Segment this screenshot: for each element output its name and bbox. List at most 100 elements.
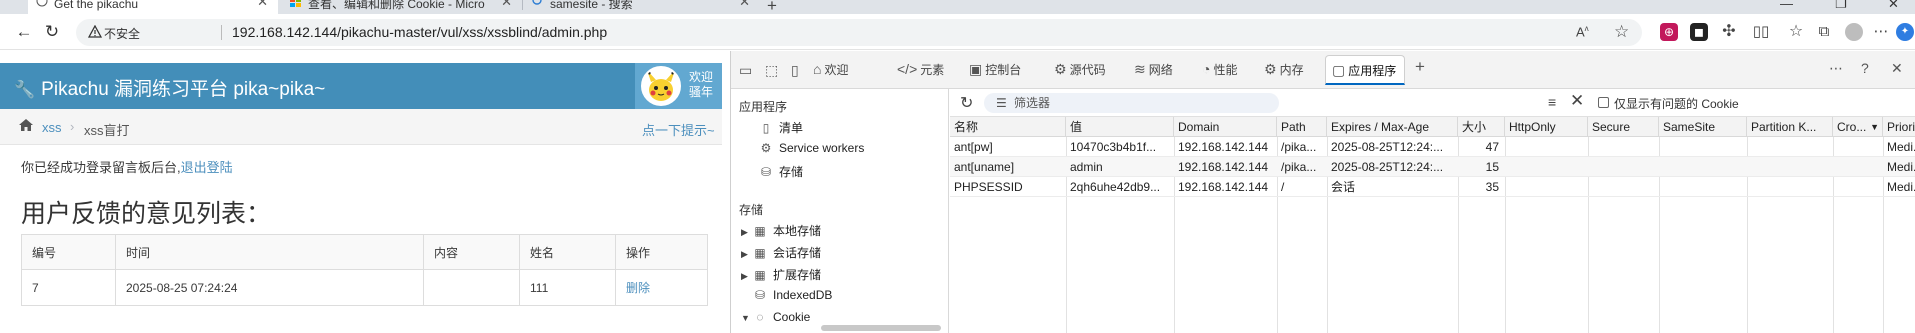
tab-cookie-docs[interactable]: 查看、编辑和删除 Cookie - Micro ✕ (282, 0, 522, 14)
help-icon[interactable]: ? (1861, 60, 1869, 76)
only-issues-label: 仅显示有问题的 Cookie (1614, 97, 1739, 111)
feedback-table: 编号 时间 内容 姓名 操作 7 2025-08-25 07:24:24 111… (21, 234, 708, 306)
sidebar-item-storage[interactable]: ⛁ 存储 (759, 163, 803, 180)
sidebar-item-label: 会话存储 (773, 246, 822, 260)
reload-button[interactable]: ↻ (42, 22, 62, 42)
close-devtools-icon[interactable]: ✕ (1891, 60, 1903, 77)
cell-name: 111 (519, 269, 616, 306)
grid-icon: ▦ (754, 246, 766, 260)
clear-filtered-icon[interactable]: ≡ (1548, 94, 1556, 110)
column-header-path[interactable]: Path (1277, 117, 1327, 137)
sidebar-item-manifest[interactable]: ▯ 清单 (759, 119, 803, 136)
minimize-icon[interactable]: — (1780, 0, 1793, 11)
close-tab-icon[interactable]: ✕ (257, 0, 268, 8)
cookie-filter-input[interactable]: ☰ 筛选器 (984, 93, 1279, 113)
column-header-domain[interactable]: Domain (1174, 117, 1277, 137)
sort-descending-icon: ▼ (1870, 122, 1879, 132)
sidebar-item-indexeddb[interactable]: ⛁ IndexedDB (753, 288, 832, 302)
close-tab-icon[interactable]: ✕ (501, 0, 512, 8)
table-row: 7 2025-08-25 07:24:24 111 删除 (21, 269, 708, 306)
expand-arrow-icon[interactable]: ▶ (741, 227, 753, 238)
column-header-size[interactable]: 大小 (1458, 117, 1505, 137)
tab-network[interactable]: ≋ 网络 (1134, 61, 1173, 78)
omnibox-divider (221, 25, 222, 40)
tab-welcome[interactable]: ⌂ 欢迎 (813, 61, 848, 78)
address-bar[interactable]: 不安全 192.168.142.144/pikachu-master/vul/x… (76, 19, 1642, 46)
cookie-domain: 192.168.142.144 (1178, 160, 1269, 174)
cookie-row[interactable]: PHPSESSID 2qh6uhe42db9... 192.168.142.14… (950, 177, 1915, 197)
column-header-samesite[interactable]: SameSite (1659, 117, 1747, 137)
collapse-arrow-icon[interactable]: ▼ (741, 313, 753, 323)
close-window-icon[interactable]: ✕ (1888, 0, 1899, 12)
favorites-icon[interactable]: ☆ (1787, 23, 1805, 41)
profile-avatar[interactable] (1845, 23, 1863, 41)
clear-all-icon[interactable]: ✕ (1570, 91, 1584, 111)
extensions-puzzle-icon[interactable]: ✣ (1720, 23, 1738, 41)
logout-link[interactable]: 退出登陆 (181, 160, 233, 175)
user-menu[interactable]: 欢迎 骚年 (635, 63, 722, 109)
tab-memory[interactable]: ⚙ 内存 (1264, 61, 1304, 78)
breadcrumb: xss › xss盲打 点一下提示~ (0, 109, 722, 145)
sidebar-item-local-storage[interactable]: ▶ ▦ 本地存储 (741, 222, 821, 239)
more-menu-icon[interactable]: ⋯ (1872, 23, 1890, 41)
sidebar-item-service-workers[interactable]: ⚙ Service workers (759, 141, 865, 155)
cookie-row[interactable]: ant[pw] 10470c3b4b1f... 192.168.142.144 … (950, 137, 1915, 157)
tab-label: 应用程序 (1348, 64, 1397, 78)
column-header-cross-site[interactable]: Cro... ▼ (1833, 117, 1883, 137)
tab-samesite-search[interactable]: samesite - 搜索 ✕ (524, 0, 760, 14)
delete-link[interactable]: 删除 (626, 281, 650, 295)
tab-console[interactable]: ▣ 控制台 (969, 61, 1021, 78)
cookie-path: /pika... (1281, 160, 1317, 174)
dock-side-icon[interactable]: ▯ (791, 62, 799, 79)
code-icon: </> (897, 61, 918, 77)
tab-performance[interactable]: ◔ 性能 (1202, 61, 1237, 78)
sidebar-item-extension-storage[interactable]: ▶ ▦ 扩展存储 (741, 266, 821, 283)
column-header-name[interactable]: 名称 (950, 117, 1066, 137)
tab-sources[interactable]: ⚙ 源代码 (1054, 61, 1106, 78)
cookie-priority: Medi... (1887, 140, 1915, 154)
expand-arrow-icon[interactable]: ▶ (741, 271, 753, 282)
application-sidebar: 应用程序 ▯ 清单 ⚙ Service workers ⛁ 存储 存储 ▶ ▦ 本地存储 … (731, 89, 949, 333)
cookie-size: 47 (1485, 140, 1499, 154)
back-button[interactable]: ← (14, 22, 34, 42)
column-header-partition-key[interactable]: Partition K... (1747, 117, 1833, 137)
cookie-size: 35 (1485, 180, 1499, 194)
column-header-httponly[interactable]: HttpOnly (1505, 117, 1588, 137)
grid-icon: ▦ (754, 224, 766, 238)
add-tool-icon[interactable]: + (1415, 57, 1425, 77)
split-screen-icon[interactable]: ▯▯ (1752, 23, 1770, 41)
restore-icon[interactable]: ❐ (1835, 0, 1847, 12)
inspect-element-icon[interactable]: ⬚ (765, 62, 778, 79)
hint-link[interactable]: 点一下提示~ (642, 120, 715, 139)
column-header-priority[interactable]: Priority (1883, 117, 1915, 137)
tab-elements[interactable]: </> 元素 (897, 61, 944, 78)
column-header-value[interactable]: 值 (1066, 117, 1174, 137)
sidebar-scrollbar[interactable] (821, 325, 941, 331)
favorite-star-icon[interactable]: ☆ (1614, 22, 1629, 42)
only-issues-checkbox[interactable] (1598, 97, 1609, 108)
brand[interactable]: 🔧 Pikachu 漏洞练习平台 pika~pika~ (14, 74, 325, 101)
device-emulation-icon[interactable]: ▭ (739, 62, 752, 79)
refresh-icon[interactable]: ↻ (960, 93, 973, 113)
collections-icon[interactable]: ⧉ (1815, 23, 1833, 41)
sidebar-item-session-storage[interactable]: ▶ ▦ 会话存储 (741, 244, 821, 261)
tab-get-the-pikachu[interactable]: Get the pikachu ✕ (28, 0, 278, 14)
home-icon[interactable] (18, 118, 34, 136)
breadcrumb-xss-link[interactable]: xss (42, 120, 62, 135)
cookie-row[interactable]: ant[uname] admin 192.168.142.144 /pika..… (950, 157, 1915, 177)
expand-arrow-icon[interactable]: ▶ (741, 249, 753, 260)
sidebar-item-cookie[interactable]: ▼ ◌ Cookie (741, 310, 810, 324)
extension-icon[interactable]: ⊕ (1660, 23, 1678, 41)
security-label[interactable]: 不安全 (104, 25, 140, 42)
close-tab-icon[interactable]: ✕ (739, 0, 750, 8)
read-aloud-icon[interactable]: Aʌ (1576, 24, 1589, 39)
column-header-secure[interactable]: Secure (1588, 117, 1659, 137)
copilot-icon[interactable]: ✦ (1896, 23, 1914, 41)
tab-application[interactable]: ▢ 应用程序 (1325, 55, 1406, 85)
cookie-size: 15 (1485, 160, 1499, 174)
login-text: 你已经成功登录留言板后台, (21, 160, 181, 175)
extension-dark-icon[interactable]: ◼ (1690, 23, 1708, 41)
more-tools-icon[interactable]: ⋯ (1829, 60, 1843, 77)
column-header-expires[interactable]: Expires / Max-Age (1327, 117, 1458, 137)
url-text[interactable]: 192.168.142.144/pikachu-master/vul/xss/x… (232, 24, 607, 40)
